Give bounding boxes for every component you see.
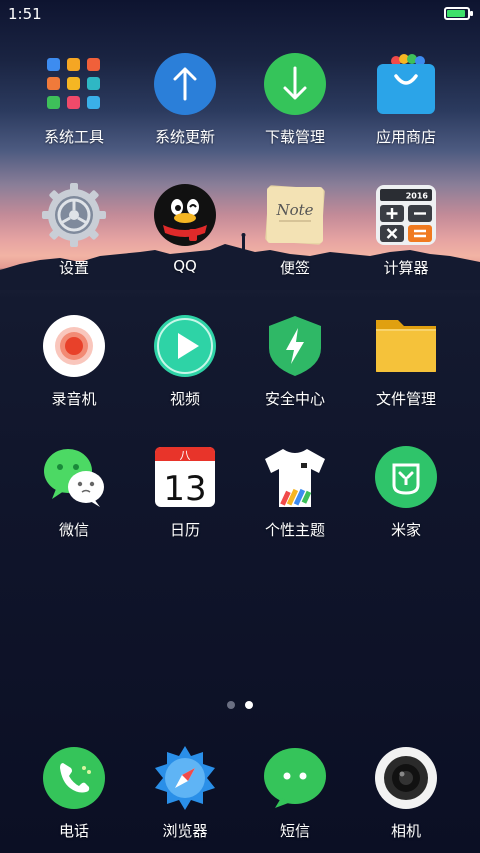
app-file-manager[interactable]: 文件管理 (356, 314, 456, 434)
app-label: 日历 (169, 521, 200, 539)
app-label: 浏览器 (162, 822, 208, 840)
app-label: 微信 (58, 521, 89, 539)
app-calculator[interactable]: 2016 计算器 (356, 183, 456, 303)
message-icon (264, 748, 326, 808)
app-mijia[interactable]: 米家 (356, 445, 456, 565)
camera-icon (375, 747, 437, 809)
app-label: 相机 (390, 822, 421, 840)
calendar-day: 13 (163, 469, 206, 509)
note-icon: Note (265, 185, 325, 245)
app-label: 设置 (58, 259, 89, 277)
app-qq[interactable]: QQ (135, 183, 235, 303)
compass-icon (155, 746, 215, 810)
app-system-tools[interactable]: 系统工具 (24, 52, 124, 172)
app-notes[interactable]: Note 便签 (245, 183, 345, 303)
app-download-manager[interactable]: 下载管理 (245, 52, 345, 172)
calculator-display: 2016 (406, 192, 429, 201)
download-icon (264, 53, 326, 115)
app-settings[interactable]: 设置 (24, 183, 124, 303)
app-label: 米家 (390, 521, 421, 539)
folder-icon (376, 320, 436, 372)
app-label: 应用商店 (375, 128, 436, 146)
tshirt-icon (265, 449, 325, 507)
app-wechat[interactable]: 微信 (24, 445, 124, 565)
shield-bolt-icon (269, 316, 321, 376)
calculator-icon: 2016 (376, 185, 436, 245)
folder-tools-icon (47, 58, 100, 109)
page-dot[interactable] (227, 701, 235, 709)
app-label: 文件管理 (375, 390, 436, 408)
battery-icon (444, 7, 473, 20)
app-label: QQ (173, 257, 197, 275)
calendar-icon: 八 13 (155, 447, 215, 509)
app-calendar[interactable]: 八 13 日历 (135, 445, 235, 565)
update-arrow-icon (154, 53, 216, 115)
app-recorder[interactable]: 录音机 (24, 314, 124, 434)
app-label: 计算器 (383, 259, 429, 277)
app-themes[interactable]: 个性主题 (245, 445, 345, 565)
recorder-icon (43, 315, 105, 377)
calendar-month: 八 (180, 449, 191, 462)
dock-messages[interactable]: 短信 (245, 746, 345, 853)
app-label: 系统工具 (43, 128, 104, 146)
app-label: 系统更新 (154, 128, 215, 146)
dock-camera[interactable]: 相机 (356, 746, 456, 853)
dock-phone[interactable]: 电话 (24, 746, 124, 853)
app-label: 录音机 (51, 390, 97, 408)
status-bar: 1:51 (0, 0, 480, 28)
wechat-icon (44, 449, 104, 507)
app-label: 安全中心 (264, 390, 325, 408)
mijia-icon (375, 446, 437, 508)
dock-browser[interactable]: 浏览器 (135, 746, 235, 853)
battery-level (447, 10, 465, 17)
app-label: 下载管理 (264, 128, 325, 146)
note-icon-text: Note (275, 201, 313, 219)
status-time: 1:51 (8, 5, 42, 23)
app-video[interactable]: 视频 (135, 314, 235, 434)
phone-icon (43, 747, 105, 809)
gear-icon (42, 183, 106, 247)
video-play-icon (154, 315, 216, 377)
app-app-store[interactable]: 应用商店 (356, 52, 456, 172)
app-label: 短信 (279, 822, 310, 840)
page-dot-active[interactable] (245, 701, 253, 709)
app-label: 个性主题 (264, 521, 325, 539)
app-store-bag-icon (377, 54, 435, 114)
app-security-center[interactable]: 安全中心 (245, 314, 345, 434)
page-indicator[interactable] (0, 701, 480, 713)
app-label: 便签 (279, 259, 310, 277)
app-system-update[interactable]: 系统更新 (135, 52, 235, 172)
qq-penguin-icon (154, 184, 216, 246)
app-label: 电话 (58, 822, 89, 840)
app-label: 视频 (169, 390, 200, 408)
